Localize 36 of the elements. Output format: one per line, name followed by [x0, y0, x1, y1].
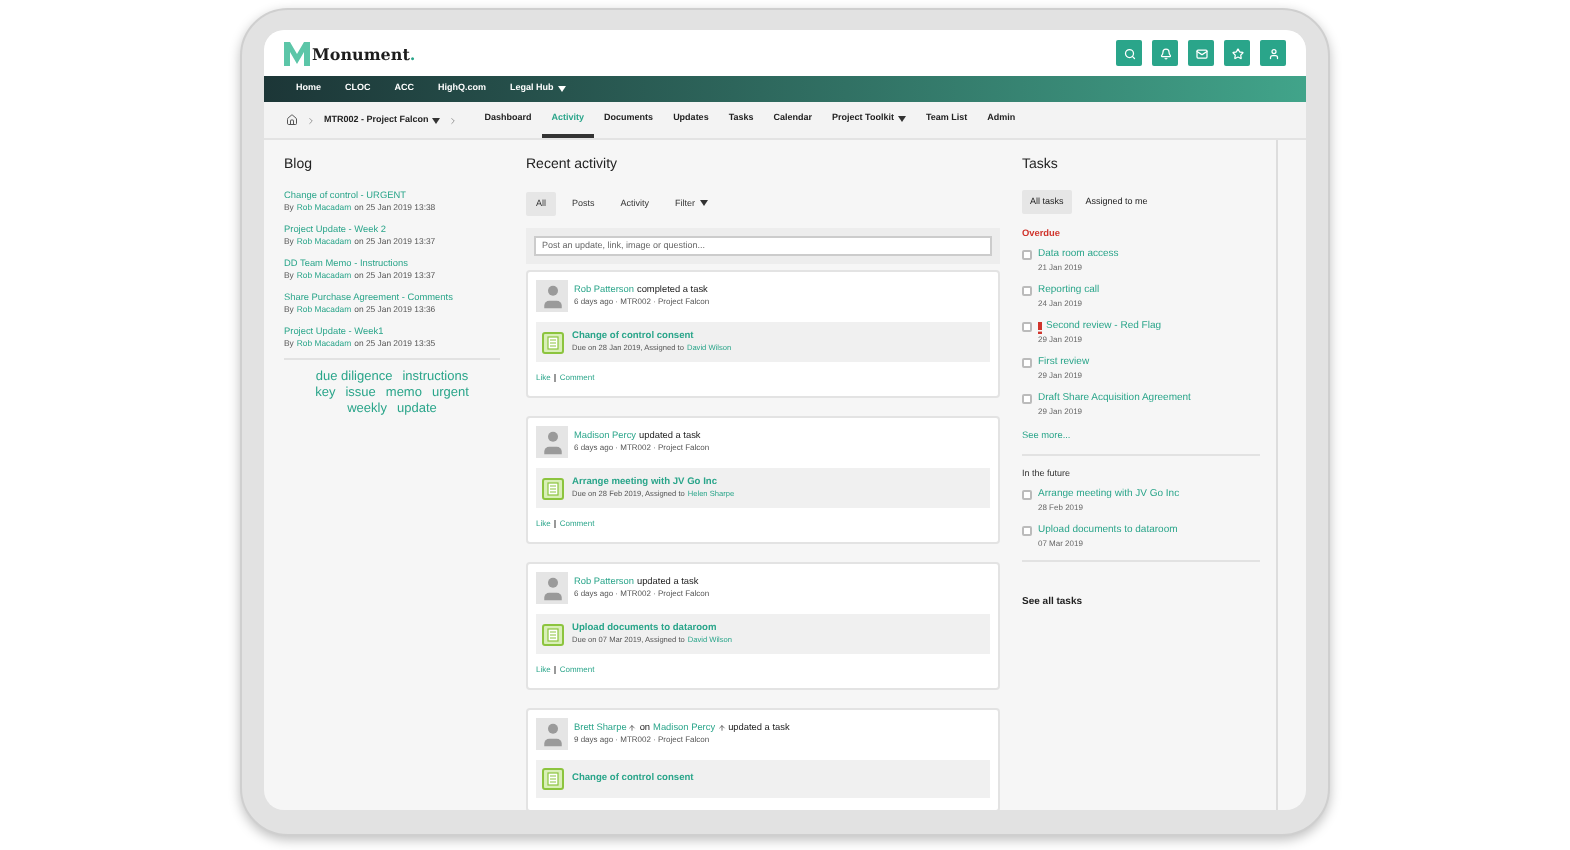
- task-checkbox[interactable]: [1022, 526, 1032, 537]
- avatar-icon: [536, 718, 568, 751]
- mail-button[interactable]: [1188, 40, 1214, 66]
- avatar-icon: [536, 280, 568, 313]
- task-list-icon: [542, 623, 564, 646]
- task-checkbox[interactable]: [1022, 394, 1032, 405]
- task-list-icon: [542, 477, 564, 500]
- mail-icon: [1195, 47, 1207, 59]
- user-button[interactable]: [1260, 40, 1286, 66]
- search-button[interactable]: [1116, 40, 1142, 66]
- logo-icon: [284, 41, 310, 65]
- task-list-icon: [542, 768, 564, 791]
- star-button[interactable]: [1224, 40, 1250, 66]
- bell-button[interactable]: [1152, 40, 1178, 66]
- search-icon: [1123, 47, 1135, 59]
- bell-icon: [1159, 47, 1171, 59]
- task-checkbox[interactable]: [1022, 322, 1032, 333]
- home-icon[interactable]: [286, 114, 298, 126]
- caret-icon: [699, 200, 708, 207]
- task-checkbox[interactable]: [1022, 358, 1032, 369]
- caret-icon: [897, 115, 906, 121]
- chevron-icon: [448, 115, 459, 125]
- task-checkbox[interactable]: [1022, 286, 1032, 297]
- task-checkbox[interactable]: [1022, 250, 1032, 261]
- star-icon: [1231, 47, 1243, 59]
- arrow-up-icon: [628, 723, 637, 732]
- logo-text: Monument.: [312, 41, 416, 65]
- caret-icon: [432, 117, 441, 123]
- caret-icon: [557, 86, 566, 92]
- avatar-icon: [536, 572, 568, 605]
- chevron-icon: [306, 115, 316, 125]
- task-list-icon: [542, 331, 564, 354]
- arrow-up-icon: [717, 723, 726, 732]
- task-checkbox[interactable]: [1022, 490, 1032, 501]
- user-icon: [1267, 47, 1279, 59]
- avatar-icon: [536, 426, 568, 459]
